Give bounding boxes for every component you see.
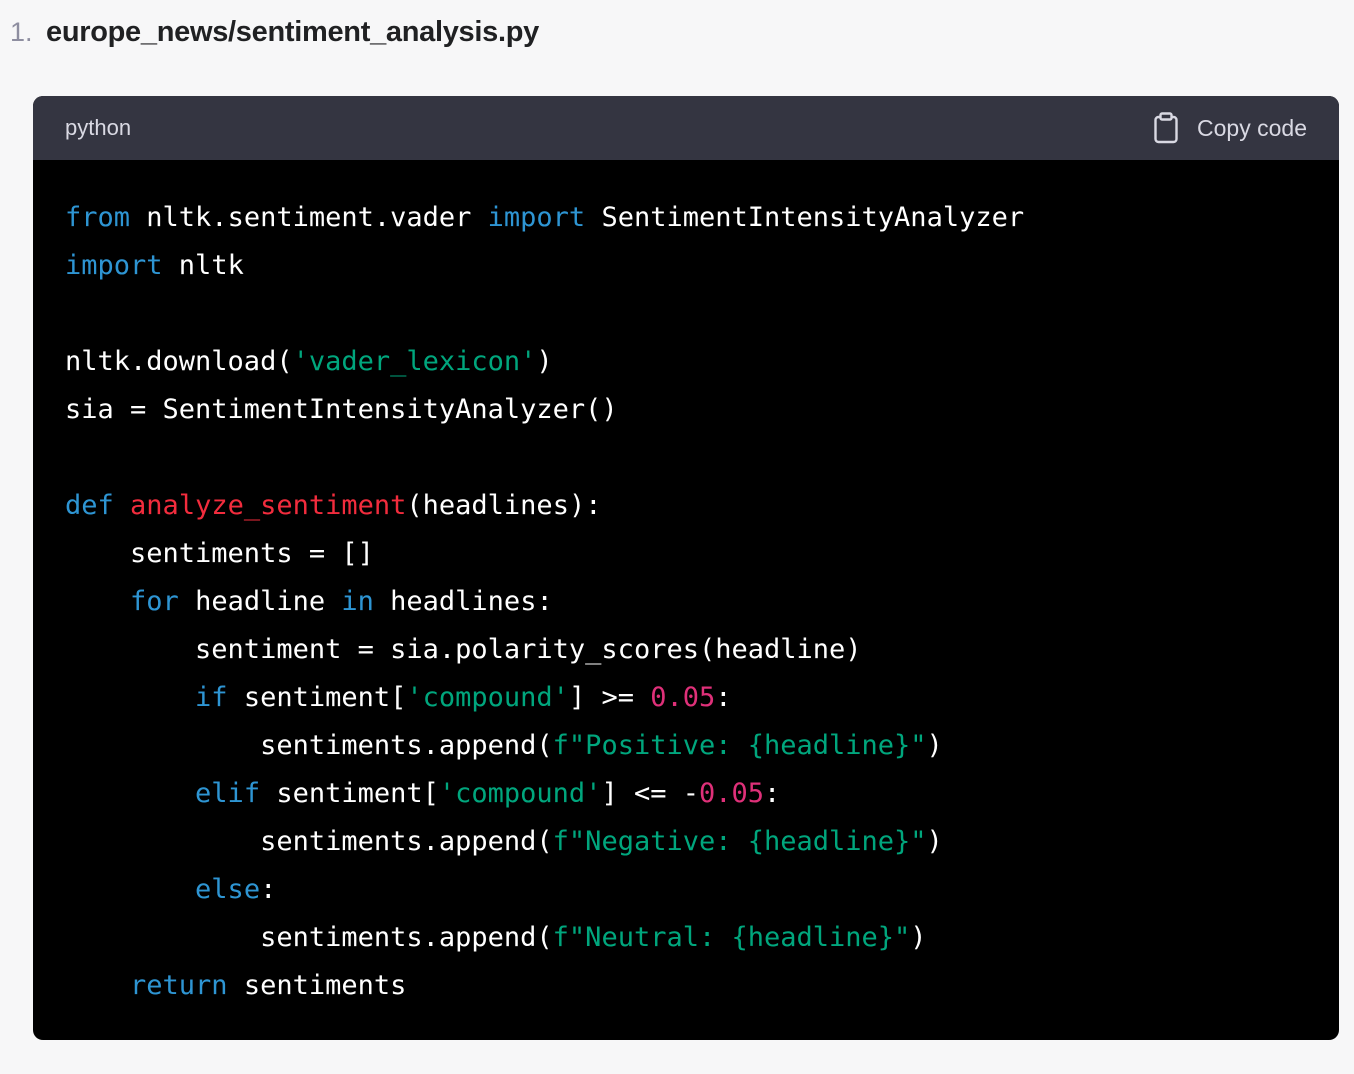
- code-token: headlines:: [373, 586, 553, 617]
- code-token: nltk.download(: [65, 346, 293, 377]
- code-token: :: [715, 682, 732, 713]
- code-token: sentiment[: [260, 778, 439, 809]
- code-line: from nltk.sentiment.vader import Sentime…: [65, 194, 1307, 242]
- code-token: sentiments.append(: [65, 922, 553, 953]
- code-line: nltk.download('vader_lexicon'): [65, 338, 1307, 386]
- code-token: def: [65, 490, 114, 521]
- code-line: for headline in headlines:: [65, 578, 1307, 626]
- code-line: if sentiment['compound'] >= 0.05:: [65, 674, 1307, 722]
- code-token: else: [195, 874, 261, 905]
- code-line: sentiments.append(f"Neutral: {headline}"…: [65, 914, 1307, 962]
- code-line: sia = SentimentIntensityAnalyzer(): [65, 386, 1307, 434]
- code-token: sentiments.append(: [65, 826, 553, 857]
- code-token: 0.05: [650, 682, 716, 713]
- code-token: analyze_sentiment: [130, 490, 407, 521]
- code-token: 'compound': [438, 778, 602, 809]
- code-line: else:: [65, 866, 1307, 914]
- code-token: in: [341, 586, 374, 617]
- code-token: elif: [195, 778, 261, 809]
- code-token: 'compound': [406, 682, 569, 713]
- code-token: :: [260, 874, 277, 905]
- code-line: elif sentiment['compound'] <= -0.05:: [65, 770, 1307, 818]
- code-token: sentiments = []: [65, 538, 374, 569]
- code-token: ): [910, 922, 927, 953]
- code-body: from nltk.sentiment.vader import Sentime…: [33, 160, 1339, 1010]
- code-line: sentiments.append(f"Positive: {headline}…: [65, 722, 1307, 770]
- code-token: import: [65, 250, 163, 281]
- copy-code-button[interactable]: Copy code: [1153, 112, 1307, 144]
- code-token: headline: [178, 586, 342, 617]
- code-line: sentiments.append(f"Negative: {headline}…: [65, 818, 1307, 866]
- code-token: sentiment = sia.polarity_scores(headline…: [65, 634, 862, 665]
- code-token: import: [487, 202, 586, 233]
- code-line: return sentiments: [65, 962, 1307, 1010]
- code-token: ): [926, 730, 943, 761]
- file-heading: 1. europe_news/sentiment_analysis.py: [10, 10, 539, 54]
- code-line: import nltk: [65, 242, 1307, 290]
- code-line: def analyze_sentiment(headlines):: [65, 482, 1307, 530]
- code-token: sia = SentimentIntensityAnalyzer(): [65, 394, 618, 425]
- code-token: SentimentIntensityAnalyzer: [585, 202, 1025, 233]
- code-token: sentiments: [227, 970, 407, 1001]
- code-token: f"Negative: {headline}": [552, 826, 927, 857]
- code-token: sentiments.append(: [65, 730, 553, 761]
- code-token: 'vader_lexicon': [292, 346, 537, 377]
- code-header: python Copy code: [33, 96, 1339, 160]
- code-token: nltk.sentiment.vader: [130, 202, 488, 233]
- list-number: 1.: [10, 16, 33, 47]
- code-token: sentiment[: [227, 682, 407, 713]
- code-block: python Copy code from nltk.sentiment.vad…: [33, 96, 1339, 1040]
- code-token: for: [130, 586, 179, 617]
- code-token: return: [130, 970, 228, 1001]
- copy-code-label: Copy code: [1197, 114, 1307, 141]
- language-label: python: [65, 115, 132, 140]
- code-token: :: [764, 778, 781, 809]
- code-line: sentiment = sia.polarity_scores(headline…: [65, 626, 1307, 674]
- code-token: f"Positive: {headline}": [552, 730, 927, 761]
- clipboard-icon: [1154, 112, 1178, 144]
- code-line: sentiments = []: [65, 530, 1307, 578]
- code-token: ): [926, 826, 943, 857]
- code-token: ] >=: [568, 682, 651, 713]
- code-token: if: [195, 682, 228, 713]
- code-token: nltk: [162, 250, 244, 281]
- code-token: f"Neutral: {headline}": [552, 922, 911, 953]
- code-token: ): [536, 346, 553, 377]
- file-path-title: europe_news/sentiment_analysis.py: [46, 15, 539, 48]
- code-token: 0.05: [699, 778, 765, 809]
- code-token: ] <= -: [601, 778, 699, 809]
- code-token: (headlines):: [406, 490, 602, 521]
- code-token: from: [65, 202, 131, 233]
